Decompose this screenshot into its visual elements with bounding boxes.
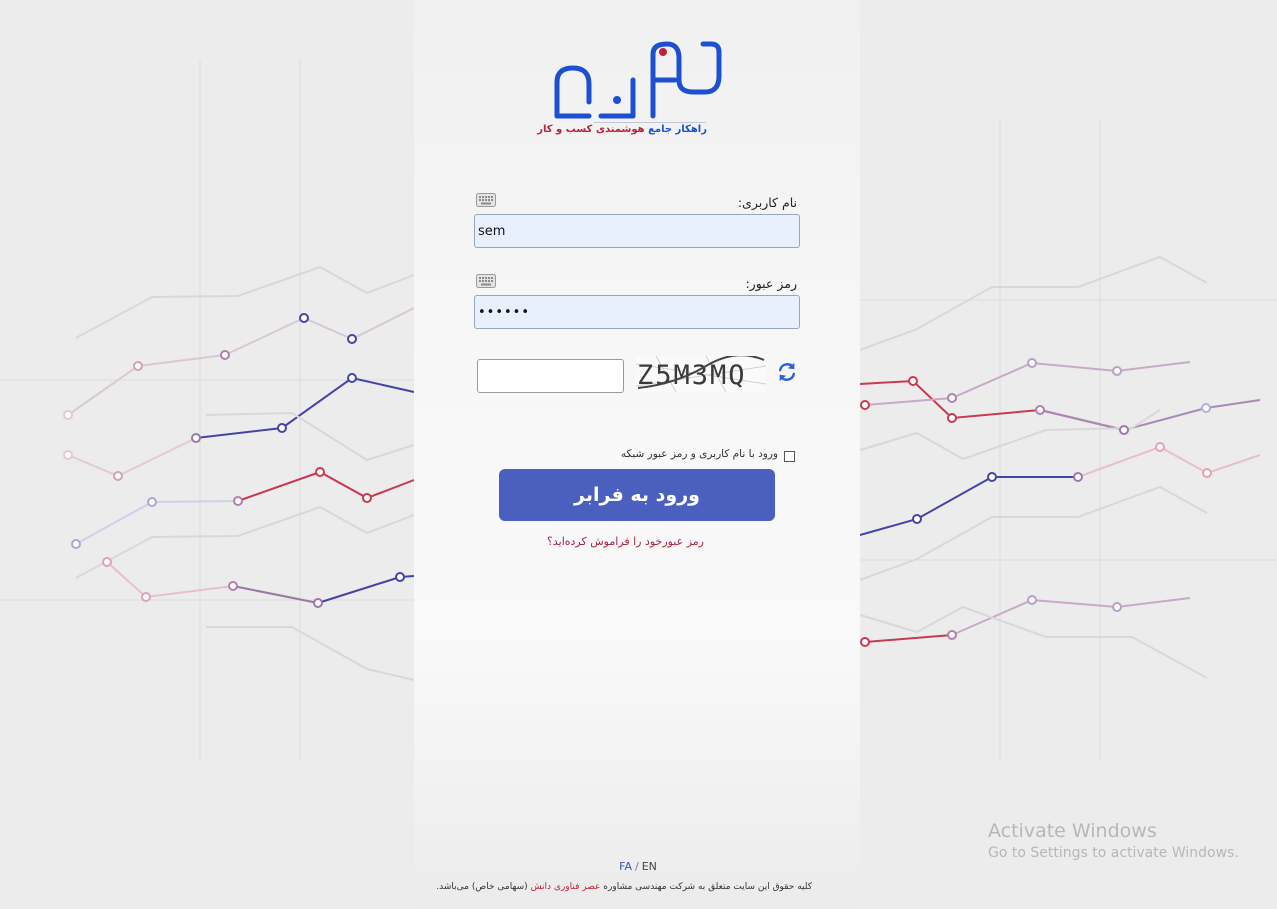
keyboard-icon[interactable] <box>476 193 496 207</box>
watermark-line1: Activate Windows <box>988 820 1157 842</box>
tagline-blue: راهکار جامع <box>648 124 707 135</box>
lang-en-link[interactable]: EN <box>642 860 657 873</box>
password-label: رمز عبور: <box>745 276 797 291</box>
lang-fa-link[interactable]: FA <box>619 860 632 873</box>
refresh-captcha-icon[interactable] <box>776 361 798 383</box>
lang-separator: / <box>634 860 639 873</box>
username-input[interactable] <box>474 214 800 248</box>
windows-activation-watermark: Activate Windows Go to Settings to activ… <box>988 820 1239 861</box>
language-switcher: FA / EN <box>608 860 668 873</box>
tagline-red: هوشمندی کسب و کار <box>537 124 645 135</box>
logo-tagline: راهکار جامع هوشمندی کسب و کار <box>537 124 707 135</box>
copyright-post: (سهامی خاص) می‌باشد. <box>436 882 528 892</box>
username-label: نام کاربری: <box>737 195 797 210</box>
copyright-text: کلیه حقوق این سایت متعلق به شرکت مهندسی … <box>436 882 812 892</box>
logo-underline <box>594 122 706 123</box>
login-button[interactable]: ورود به فرابر <box>499 469 775 521</box>
captcha-image: Z5M3MQ <box>636 356 766 392</box>
watermark-line2: Go to Settings to activate Windows. <box>988 845 1239 861</box>
copyright-company[interactable]: عصر فناوری دانش <box>531 882 601 892</box>
captcha-input[interactable] <box>477 359 624 393</box>
keyboard-icon[interactable] <box>476 274 496 288</box>
password-input[interactable] <box>474 295 800 329</box>
network-login-checkbox[interactable] <box>784 451 795 462</box>
copyright-pre: کلیه حقوق این سایت متعلق به شرکت مهندسی … <box>603 882 812 892</box>
network-login-label: ورود با نام کاربری و رمز عبور شبکه <box>620 448 778 460</box>
forgot-password-link[interactable]: رمز عبورخود را فراموش کرده‌اید؟ <box>547 535 704 548</box>
